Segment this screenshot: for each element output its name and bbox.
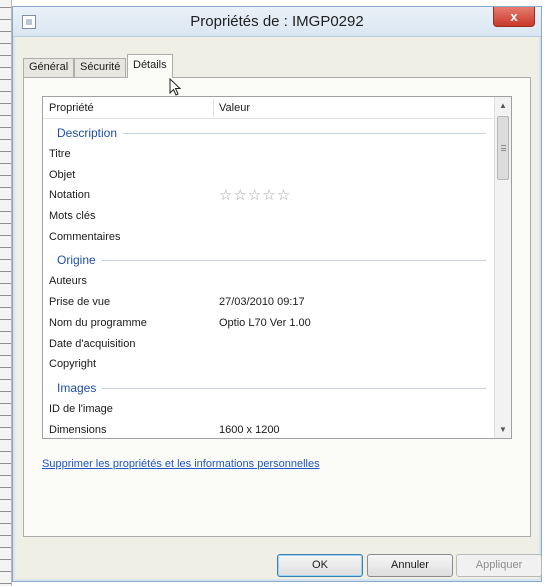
column-header-property[interactable]: Propriété (49, 102, 94, 114)
star-icon[interactable]: ☆ (262, 187, 276, 204)
column-divider[interactable] (213, 99, 214, 117)
group-header-description: Description (43, 121, 494, 145)
list-item[interactable]: Dimensions 1600 x 1200 (43, 421, 494, 438)
properties-dialog: Propriétés de : IMGP0292 x Général Sécur… (12, 6, 542, 582)
cancel-button[interactable]: Annuler (367, 554, 453, 577)
property-value[interactable]: Optio L70 Ver 1.00 (219, 317, 311, 329)
group-label: Description (57, 126, 124, 140)
list-column-headers: Propriété Valeur (43, 97, 494, 119)
tab-general[interactable]: Général (23, 58, 75, 77)
star-icon[interactable]: ☆ (277, 187, 291, 204)
property-name: Auteurs (49, 275, 87, 288)
list-item[interactable]: Auteurs (43, 272, 494, 293)
page-edge-decoration (0, 0, 12, 586)
group-header-origine: Origine (43, 248, 494, 272)
vertical-scrollbar[interactable]: ▲ ▼ (494, 97, 511, 438)
list-item[interactable]: Prise de vue 27/03/2010 09:17 (43, 293, 494, 314)
list-item[interactable]: Nom du programme Optio L70 Ver 1.00 (43, 314, 494, 335)
star-icon[interactable]: ☆ (219, 187, 233, 204)
tab-security[interactable]: Sécurité (74, 58, 127, 77)
group-divider (57, 387, 486, 389)
list-item[interactable]: Mots clés (43, 207, 494, 228)
scrollbar-thumb[interactable] (497, 116, 509, 180)
list-item[interactable]: Objet (43, 166, 494, 187)
property-name: Notation (49, 189, 90, 202)
list-item[interactable]: Commentaires (43, 228, 494, 249)
property-name: Titre (49, 148, 71, 160)
apply-button[interactable]: Appliquer (456, 554, 542, 577)
group-divider (57, 260, 486, 262)
property-name: Nom du programme (49, 316, 147, 329)
property-name: Objet (49, 168, 76, 181)
grip-icon (501, 145, 506, 151)
property-name: Commentaires (49, 230, 121, 243)
property-rows: Description Titre Objet Notation ☆☆☆☆☆ M… (43, 121, 494, 438)
details-tab-panel: Propriété Valeur Description Titre Objet (23, 77, 531, 537)
star-icon[interactable]: ☆ (248, 187, 262, 204)
property-name: Dimensions (49, 423, 107, 436)
star-icon[interactable]: ☆ (233, 187, 247, 204)
title-bar[interactable]: Propriétés de : IMGP0292 x (13, 7, 541, 37)
list-item[interactable]: ID de l'image (43, 400, 494, 421)
scroll-down-arrow-icon[interactable]: ▼ (495, 421, 511, 438)
remove-properties-link[interactable]: Supprimer les propriétés et les informat… (42, 458, 320, 470)
window-title: Propriétés de : IMGP0292 (190, 13, 364, 30)
scroll-up-arrow-icon[interactable]: ▲ (495, 97, 511, 114)
list-item[interactable]: Date d'acquisition (43, 335, 494, 356)
property-name: Date d'acquisition (49, 337, 136, 350)
mouse-pointer-icon (169, 78, 182, 96)
ok-button[interactable]: OK (277, 554, 363, 577)
list-item[interactable]: Copyright (43, 355, 494, 376)
property-list[interactable]: Propriété Valeur Description Titre Objet (42, 96, 512, 439)
tab-details[interactable]: Détails (127, 54, 173, 78)
rating-stars[interactable]: ☆☆☆☆☆ (219, 186, 291, 204)
property-name: ID de l'image (49, 402, 113, 415)
close-button[interactable]: x (493, 7, 535, 27)
property-value[interactable]: 1600 x 1200 (219, 424, 280, 436)
group-header-images: Images (43, 376, 494, 400)
group-label: Images (57, 380, 103, 395)
group-label: Origine (57, 253, 102, 268)
column-header-value[interactable]: Valeur (219, 102, 250, 114)
property-name: Prise de vue (49, 296, 111, 309)
property-name: Copyright (49, 358, 97, 371)
list-item[interactable]: Notation ☆☆☆☆☆ (43, 186, 494, 207)
list-item[interactable]: Titre (43, 145, 494, 166)
property-value[interactable]: 27/03/2010 09:17 (219, 296, 305, 308)
property-name: Mots clés (49, 210, 96, 223)
